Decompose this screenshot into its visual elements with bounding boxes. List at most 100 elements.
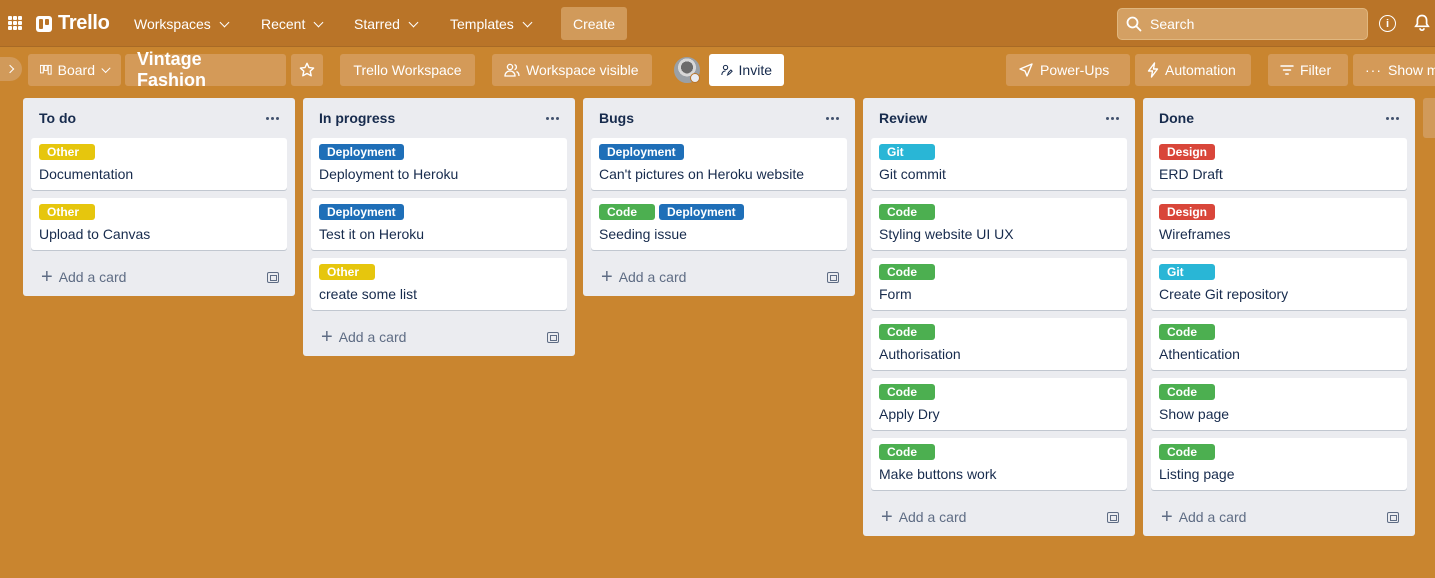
card[interactable]: Git Git commit (871, 138, 1127, 190)
add-card-label: Add a card (618, 269, 687, 285)
invite-button[interactable]: Invite (709, 54, 784, 86)
card[interactable]: Code Authorisation (871, 318, 1127, 370)
card-label[interactable]: Code (1159, 384, 1215, 400)
more-options-icon[interactable] (546, 116, 559, 120)
bell-icon[interactable] (1414, 14, 1430, 32)
list-title[interactable]: To do (39, 110, 76, 126)
card[interactable]: Other Documentation (31, 138, 287, 190)
starred-label: Starred (354, 16, 400, 32)
sidebar-toggle[interactable] (0, 57, 22, 81)
list-title[interactable]: Bugs (599, 110, 634, 126)
search-box[interactable] (1117, 8, 1368, 40)
card-label[interactable]: Deployment (659, 204, 744, 220)
card-labels: Other (319, 264, 559, 280)
create-from-template-icon[interactable] (267, 271, 279, 283)
star-board-button[interactable] (291, 54, 323, 86)
card-label[interactable]: Code (879, 324, 935, 340)
card[interactable]: Deployment Deployment to Heroku (311, 138, 567, 190)
card-labels: Git (879, 144, 1119, 160)
automation-button[interactable]: Automation (1135, 54, 1251, 86)
more-options-icon[interactable] (266, 116, 279, 120)
card[interactable]: Code Deployment Seeding issue (591, 198, 847, 250)
workspace-button[interactable]: Trello Workspace (340, 54, 475, 86)
info-icon[interactable]: i (1379, 15, 1396, 32)
card-label[interactable]: Code (879, 444, 935, 460)
chevron-down-icon (101, 63, 111, 73)
card-label[interactable]: Other (319, 264, 375, 280)
list-bugs: Bugs Deployment Can't pictures on Heroku w… (583, 98, 855, 296)
more-options-icon[interactable] (1386, 116, 1399, 120)
card[interactable]: Code Athentication (1151, 318, 1407, 370)
card-label[interactable]: Code (879, 384, 935, 400)
card[interactable]: Git Create Git repository (1151, 258, 1407, 310)
plus-icon: + (41, 266, 53, 288)
card[interactable]: Design Wireframes (1151, 198, 1407, 250)
recent-menu[interactable]: Recent (251, 8, 332, 40)
card-label[interactable]: Other (39, 144, 95, 160)
board-view-label: Board (57, 62, 95, 78)
card-label[interactable]: Code (879, 264, 935, 280)
card[interactable]: Design ERD Draft (1151, 138, 1407, 190)
create-from-template-icon[interactable] (827, 271, 839, 283)
search-input[interactable] (1150, 16, 1350, 32)
card-labels: Code Deployment (599, 204, 839, 220)
card-label[interactable]: Code (1159, 324, 1215, 340)
card-title: create some list (319, 286, 418, 302)
templates-menu[interactable]: Templates (440, 8, 541, 40)
board-title[interactable]: Vintage Fashion (125, 49, 286, 90)
card[interactable]: Other create some list (311, 258, 567, 310)
card-title: Listing page (1159, 466, 1235, 482)
filter-button[interactable]: Filter (1268, 54, 1348, 86)
card-label[interactable]: Design (1159, 204, 1216, 220)
card-label[interactable]: Code (1159, 444, 1215, 460)
list-title[interactable]: In progress (319, 110, 395, 126)
list-title[interactable]: Review (879, 110, 927, 126)
starred-menu[interactable]: Starred (344, 8, 427, 40)
trello-logo-icon (36, 15, 52, 32)
more-options-icon[interactable] (826, 116, 839, 120)
create-from-template-icon[interactable] (1107, 511, 1119, 523)
power-ups-button[interactable]: Power-Ups (1006, 54, 1130, 86)
show-menu-button[interactable]: ··· Show m (1353, 54, 1435, 86)
add-card-button[interactable]: + Add a card (1151, 498, 1407, 536)
card[interactable]: Code Make buttons work (871, 438, 1127, 490)
card-label[interactable]: Deployment (319, 144, 404, 160)
card-label[interactable]: Code (599, 204, 655, 220)
card-label[interactable]: Git (879, 144, 935, 160)
card-label[interactable]: Deployment (319, 204, 404, 220)
card[interactable]: Code Apply Dry (871, 378, 1127, 430)
card-label[interactable]: Deployment (599, 144, 684, 160)
filter-icon (1280, 65, 1294, 75)
trello-logo[interactable]: Trello (36, 12, 110, 35)
create-from-template-icon[interactable] (1387, 511, 1399, 523)
list-title[interactable]: Done (1159, 110, 1194, 126)
workspaces-menu[interactable]: Workspaces (124, 8, 238, 40)
admin-badge-icon (690, 73, 700, 83)
create-button[interactable]: Create (561, 7, 627, 40)
card[interactable]: Code Styling website UI UX (871, 198, 1127, 250)
more-options-icon[interactable] (1106, 116, 1119, 120)
card[interactable]: Code Form (871, 258, 1127, 310)
card[interactable]: Code Listing page (1151, 438, 1407, 490)
show-menu-label: Show m (1388, 62, 1435, 78)
card[interactable]: Deployment Test it on Heroku (311, 198, 567, 250)
card[interactable]: Code Show page (1151, 378, 1407, 430)
visibility-button[interactable]: Workspace visible (492, 54, 652, 86)
rocket-icon (1019, 63, 1033, 77)
add-card-button[interactable]: + Add a card (871, 498, 1127, 536)
card-label[interactable]: Code (879, 204, 935, 220)
add-card-button[interactable]: + Add a card (31, 258, 287, 296)
add-list-stub[interactable] (1423, 98, 1435, 138)
card-label[interactable]: Git (1159, 264, 1215, 280)
card[interactable]: Deployment Can't pictures on Heroku websi… (591, 138, 847, 190)
add-card-label: Add a card (898, 509, 967, 525)
card[interactable]: Other Upload to Canvas (31, 198, 287, 250)
card-label[interactable]: Other (39, 204, 95, 220)
board-view-switcher[interactable]: Board (28, 54, 121, 86)
plus-icon: + (1161, 506, 1173, 528)
app-switcher-icon[interactable] (8, 16, 22, 30)
card-label[interactable]: Design (1159, 144, 1216, 160)
add-card-button[interactable]: + Add a card (591, 258, 847, 296)
add-card-button[interactable]: + Add a card (311, 318, 567, 356)
create-from-template-icon[interactable] (547, 331, 559, 343)
